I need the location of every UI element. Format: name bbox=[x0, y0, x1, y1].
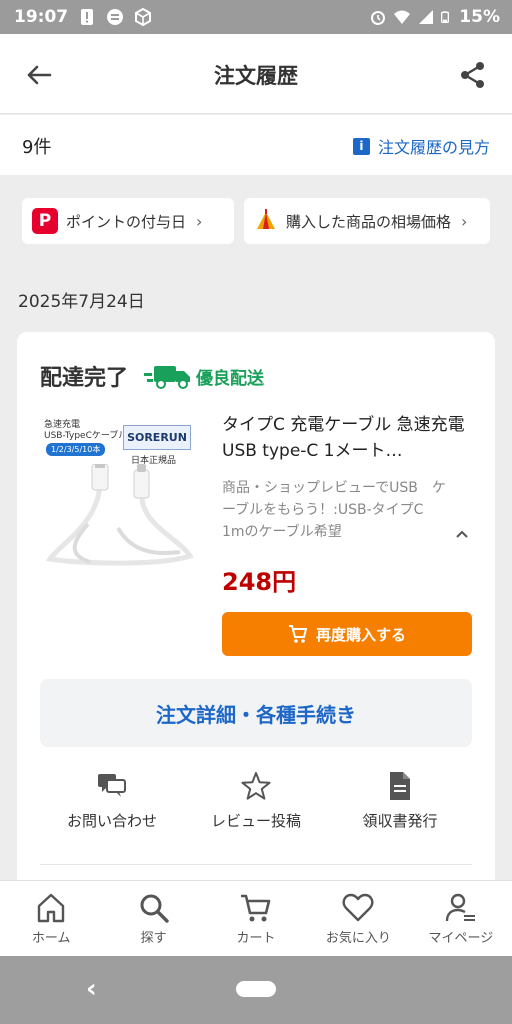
status-bar: 19:07 15% bbox=[0, 0, 512, 34]
image-caption-1: 急速充電 USB-TypeCケーブル bbox=[44, 420, 128, 441]
search-icon bbox=[140, 894, 169, 923]
system-back-icon[interactable]: ‹ bbox=[86, 974, 97, 1004]
contact-label: お問い合わせ bbox=[66, 812, 157, 830]
page-title: 注文履歴 bbox=[214, 64, 298, 88]
box-app-icon bbox=[135, 8, 152, 26]
nav-home[interactable]: ホーム bbox=[0, 881, 102, 956]
share-icon[interactable] bbox=[456, 58, 490, 92]
shipping-badge: 優良配送 bbox=[144, 363, 264, 389]
shipping-badge-label: 優良配送 bbox=[196, 368, 265, 389]
guide-link-label: 注文履歴の見方 bbox=[377, 138, 490, 157]
truck-icon bbox=[144, 366, 191, 389]
product-title[interactable]: タイプC 充電ケーブル 急速充電 USB type-C 1メート… bbox=[222, 412, 470, 464]
review-action[interactable]: レビュー投稿 bbox=[184, 770, 328, 831]
paypay-icon: P bbox=[32, 208, 58, 234]
nav-cart[interactable]: カート bbox=[205, 881, 307, 956]
chevron-up-icon[interactable] bbox=[454, 526, 470, 542]
system-nav-bar: ‹ bbox=[0, 956, 512, 1024]
tent-icon bbox=[257, 209, 275, 229]
person-icon bbox=[445, 893, 475, 922]
point-date-label: ポイントの付与日 bbox=[66, 212, 187, 231]
market-price-pill[interactable]: 購入した商品の相場価格 › bbox=[244, 198, 490, 244]
receipt-label: 領収書発行 bbox=[362, 812, 438, 830]
rebuy-label: 再度購入する bbox=[315, 626, 406, 644]
point-date-pill[interactable]: P ポイントの付与日 › bbox=[22, 198, 234, 244]
nav-favorites[interactable]: お気に入り bbox=[307, 881, 409, 956]
store-app-icon bbox=[107, 9, 124, 25]
battery-icon bbox=[441, 11, 450, 23]
order-actions: お問い合わせ レビュー投稿 領収書発行 bbox=[40, 770, 472, 831]
order-card: 配達完了 優良配送 急速充電 USB-TypeCケーブル 1/2/3/5/10本… bbox=[17, 332, 495, 892]
product-price: 248円 bbox=[222, 568, 297, 596]
bottom-nav: ホーム 探す カート お気に入り マイページ bbox=[0, 880, 512, 956]
contact-action[interactable]: お問い合わせ bbox=[40, 770, 184, 831]
wifi-icon bbox=[394, 10, 411, 24]
alert-icon bbox=[81, 9, 94, 25]
divider bbox=[40, 864, 472, 865]
info-icon: i bbox=[352, 137, 370, 155]
review-note: 商品・ショップレビューでUSB ケーブルをもらう！:USB-タイプC 1mのケー… bbox=[222, 480, 446, 540]
nav-home-label: ホーム bbox=[31, 931, 71, 946]
nav-search[interactable]: 探す bbox=[102, 881, 204, 956]
chat-icon bbox=[98, 774, 126, 797]
nav-cart-label: カート bbox=[236, 931, 276, 946]
chevron-right-icon: › bbox=[196, 211, 203, 231]
nav-mypage[interactable]: マイページ bbox=[410, 881, 512, 956]
chevron-right-icon: › bbox=[461, 211, 468, 231]
image-brand-logo: SORERUN bbox=[123, 425, 191, 450]
cable-illustration bbox=[45, 464, 194, 566]
status-time: 19:07 bbox=[14, 7, 69, 27]
battery-level: 15% bbox=[459, 7, 500, 27]
alarm-icon bbox=[371, 11, 386, 25]
document-icon bbox=[390, 772, 410, 800]
home-icon bbox=[38, 893, 65, 923]
signal-icon bbox=[419, 10, 434, 24]
heart-icon bbox=[343, 893, 374, 922]
delivery-status: 配達完了 bbox=[40, 366, 129, 391]
star-icon bbox=[241, 772, 271, 800]
nav-search-label: 探す bbox=[140, 931, 167, 946]
system-home-pill[interactable] bbox=[236, 981, 276, 997]
nav-favorites-label: お気に入り bbox=[325, 931, 391, 946]
market-price-label: 購入した商品の相場価格 bbox=[286, 212, 452, 231]
order-history-guide-link[interactable]: i 注文履歴の見方 bbox=[352, 134, 490, 158]
review-label: レビュー投稿 bbox=[210, 812, 301, 830]
product-image[interactable]: 急速充電 USB-TypeCケーブル 1/2/3/5/10本 SORERUN 日… bbox=[40, 414, 200, 574]
order-count: 9件 bbox=[22, 137, 52, 158]
order-count-bar: 9件 i 注文履歴の見方 bbox=[0, 115, 512, 175]
shortcut-pills: P ポイントの付与日 › 購入した商品の相場価格 › bbox=[22, 198, 490, 244]
nav-mypage-label: マイページ bbox=[428, 931, 494, 946]
receipt-action[interactable]: 領収書発行 bbox=[328, 770, 472, 831]
rebuy-button[interactable]: 再度購入する bbox=[222, 612, 472, 656]
cart-icon bbox=[288, 625, 308, 643]
cart-icon bbox=[241, 894, 271, 922]
app-bar: 注文履歴 bbox=[0, 34, 512, 114]
order-date: 2025年7月24日 bbox=[18, 292, 145, 312]
delivery-status-row: 配達完了 優良配送 bbox=[40, 360, 264, 392]
image-caption-lengths: 1/2/3/5/10本 bbox=[46, 443, 106, 456]
order-detail-button[interactable]: 注文詳細・各種手続き bbox=[40, 679, 472, 747]
